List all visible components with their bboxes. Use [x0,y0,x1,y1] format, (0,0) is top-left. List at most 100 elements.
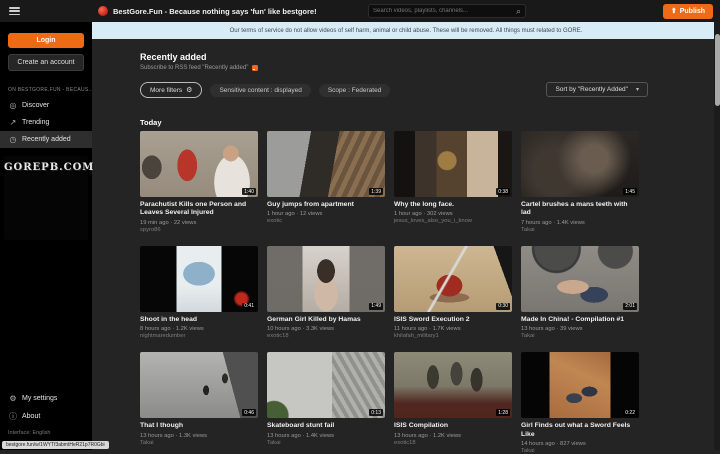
video-card[interactable]: 2:01 Made In China! - Compilation #1 13 … [521,246,639,339]
video-channel[interactable]: Takai [521,227,639,233]
video-meta: 10 hours ago · 3.3K views [267,326,385,332]
sidebar-item-my-settings[interactable]: ⚙ My settings [0,390,92,407]
video-title[interactable]: Girl Finds out what a Sword Feels Like [521,422,639,439]
video-thumbnail[interactable]: 2:01 [521,246,639,312]
top-header: BestGore.Fun - Because nothing says 'fun… [0,0,720,22]
info-icon: ⓘ [8,411,18,422]
sidebar-item-recently-added[interactable]: ◷ Recently added [0,131,92,148]
video-card[interactable]: 1:28 ISIS Compilation 13 hours ago · 1.2… [394,352,512,454]
video-thumbnail[interactable]: 0:41 [140,246,258,312]
sensitive-content-chip[interactable]: Sensitive content : displayed [210,84,310,97]
gear-icon: ⚙ [8,394,18,403]
duration-badge: 0:30 [496,303,510,310]
video-channel[interactable]: spyro86 [140,227,258,233]
interface-language-label[interactable]: Interface: English [8,430,51,436]
rss-subscribe-line[interactable]: Subscribe to RSS feed "Recently added" [140,65,258,71]
video-thumbnail[interactable]: 1:28 [394,352,512,418]
video-grid: 1:40 Parachutist Kills one Person and Le… [140,131,639,454]
video-channel[interactable]: exotic18 [267,333,385,339]
duration-badge: 1:45 [623,188,637,195]
video-thumbnail[interactable]: 1:45 [521,131,639,197]
video-title[interactable]: German Girl Killed by Hamas [267,316,385,324]
video-meta: 19 min ago · 22 views [140,220,258,226]
duration-badge: 0:41 [242,303,256,310]
video-title[interactable]: Cartel brushes a mans teeth with lad [521,201,639,218]
video-card[interactable]: 1:40 Parachutist Kills one Person and Le… [140,131,258,233]
video-meta: 7 hours ago · 1.4K views [521,220,639,226]
site-logo-icon[interactable] [98,6,108,16]
terms-notice-banner: Our terms of service do not allow videos… [92,22,720,39]
video-thumbnail[interactable]: 1:39 [267,131,385,197]
video-channel[interactable]: khilafah_military1 [394,333,512,339]
menu-icon[interactable] [9,7,20,15]
video-channel[interactable]: Takai [521,448,639,454]
video-card[interactable]: 1:49 German Girl Killed by Hamas 10 hour… [267,246,385,339]
video-title[interactable]: Skateboard stunt fail [267,422,385,430]
sort-dropdown[interactable]: Sort by "Recently Added" ▾ [546,82,648,97]
video-channel[interactable]: exotic [267,218,385,224]
video-meta: 13 hours ago · 1.3K views [140,433,258,439]
video-meta: 8 hours ago · 1.2K views [140,326,258,332]
video-card[interactable]: 0:13 Skateboard stunt fail 13 hours ago … [267,352,385,454]
video-channel[interactable]: Takai [521,333,639,339]
video-thumbnail[interactable]: 0:46 [140,352,258,418]
video-thumbnail[interactable]: 0:30 [394,246,512,312]
login-button[interactable]: Login [8,33,84,48]
duration-badge: 1:39 [369,188,383,195]
filter-settings-icon: ⚙ [186,86,192,94]
video-thumbnail[interactable]: 0:38 [394,131,512,197]
sidebar-banner-ad[interactable]: GOREPB.COM [4,156,88,240]
scrollbar-track[interactable] [714,22,720,450]
sidebar: Login Create an account ON BESTGORE.FUN … [0,22,92,450]
video-card[interactable]: 0:41 Shoot in the head 8 hours ago · 1.2… [140,246,258,339]
chevron-down-icon: ▾ [636,86,639,93]
video-title[interactable]: ISIS Sword Execution 2 [394,316,512,324]
video-channel[interactable]: Takai [140,440,258,446]
video-meta: 13 hours ago · 39 views [521,326,639,332]
video-channel[interactable]: exotic18 [394,440,512,446]
video-channel[interactable]: jesus_loves_also_you_i_know [394,218,512,224]
video-card[interactable]: 1:39 Guy jumps from apartment 1 hour ago… [267,131,385,233]
video-thumbnail[interactable]: 1:40 [140,131,258,197]
video-channel[interactable]: nightmaredumber [140,333,258,339]
filters-row: More filters ⚙ Sensitive content : displ… [140,82,390,98]
video-card[interactable]: 0:46 That I though 13 hours ago · 1.3K v… [140,352,258,454]
video-title[interactable]: Shoot in the head [140,316,258,324]
video-title[interactable]: Guy jumps from apartment [267,201,385,209]
sidebar-item-discover[interactable]: ◎ Discover [0,97,92,114]
duration-badge: 2:01 [623,303,637,310]
banner-text: GOREPB.COM [4,162,88,173]
video-card[interactable]: 0:22 Girl Finds out what a Sword Feels L… [521,352,639,454]
video-card[interactable]: 1:45 Cartel brushes a mans teeth with la… [521,131,639,233]
video-title[interactable]: Parachutist Kills one Person and Leaves … [140,201,258,218]
sidebar-item-trending[interactable]: ↗ Trending [0,114,92,131]
video-meta: 13 hours ago · 1.2K views [394,433,512,439]
search-input[interactable] [369,8,516,14]
search-box[interactable]: ⌕ [368,4,526,18]
publish-button[interactable]: ⬆ Publish [663,4,713,19]
video-title[interactable]: That I though [140,422,258,430]
duration-badge: 0:13 [369,409,383,416]
date-group-label: Today [140,118,162,127]
video-title[interactable]: Made In China! - Compilation #1 [521,316,639,324]
scope-chip[interactable]: Scope : Federated [319,84,390,97]
video-title[interactable]: Why the long face. [394,201,512,209]
create-account-button[interactable]: Create an account [8,54,84,71]
sidebar-section-label: ON BESTGORE.FUN - BECAUS... [8,87,92,93]
sidebar-item-about[interactable]: ⓘ About [0,407,92,426]
trending-icon: ↗ [8,118,18,127]
scrollbar-thumb[interactable] [715,34,720,106]
video-channel[interactable]: Takai [267,440,385,446]
discover-icon: ◎ [8,101,18,110]
video-card[interactable]: 0:30 ISIS Sword Execution 2 11 hours ago… [394,246,512,339]
video-thumbnail[interactable]: 0:22 [521,352,639,418]
more-filters-button[interactable]: More filters ⚙ [140,82,202,98]
search-icon[interactable]: ⌕ [516,7,521,16]
video-title[interactable]: ISIS Compilation [394,422,512,430]
rss-feed-icon[interactable] [252,65,258,71]
video-card[interactable]: 0:38 Why the long face. 1 hour ago · 302… [394,131,512,233]
video-thumbnail[interactable]: 0:13 [267,352,385,418]
video-thumbnail[interactable]: 1:49 [267,246,385,312]
site-title[interactable]: BestGore.Fun - Because nothing says 'fun… [113,7,317,16]
duration-badge: 1:28 [496,409,510,416]
